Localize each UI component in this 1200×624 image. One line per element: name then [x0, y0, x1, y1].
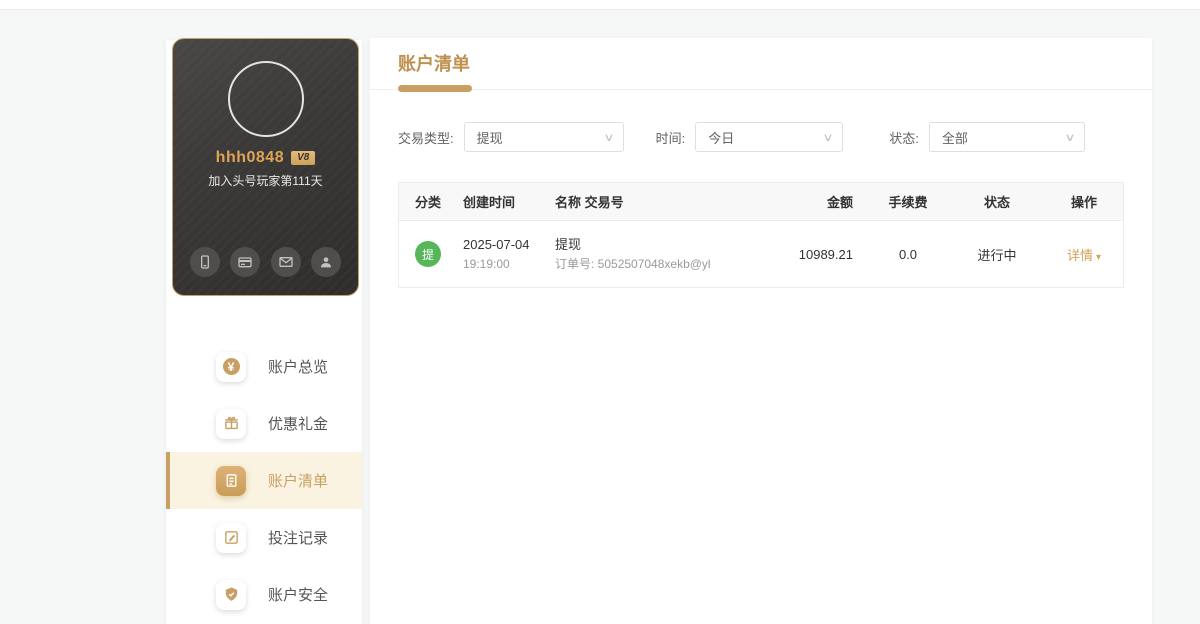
avatar[interactable]	[227, 61, 304, 137]
chevron-down-icon: ∨	[822, 131, 834, 144]
agent-icon[interactable]	[310, 247, 341, 277]
caret-down-icon: ▾	[1095, 251, 1102, 263]
main-header: 账户清单	[370, 38, 1152, 92]
filter-label: 状态:	[889, 130, 919, 146]
yen-glyph: ¥	[222, 358, 240, 375]
username: hhh0848	[215, 149, 285, 166]
filter-transaction-type: 交易类型: 提现 ∨	[398, 122, 624, 152]
table-row: 提 2025-07-04 19:19:00 提现 订单号: 5052507048…	[399, 221, 1123, 287]
sidebar-item-label: 优惠礼金	[268, 416, 329, 433]
sidebar-item-label: 投注记录	[268, 530, 329, 547]
transactions-table: 分类 创建时间 名称 交易号 金额 手续费 状态 操作 提 2025-07-04…	[398, 182, 1124, 288]
table-header-row: 分类 创建时间 名称 交易号 金额 手续费 状态 操作	[399, 183, 1123, 221]
top-bar	[0, 0, 1200, 10]
transaction-type-select[interactable]: 提现 ∨	[463, 122, 624, 152]
bank-card-icon[interactable]	[230, 247, 261, 277]
quick-actions	[173, 247, 358, 277]
col-header-fee: 手续费	[888, 195, 928, 210]
sidebar-item-account-security[interactable]: 账户安全	[166, 566, 362, 623]
profile-card: hhh0848 V8 加入头号玩家第111天	[172, 38, 359, 296]
sidebar-item-bet-records[interactable]: 投注记录	[166, 509, 362, 566]
transaction-name: 提现	[555, 237, 582, 252]
shield-icon	[216, 579, 246, 610]
sidebar-menu: ¥ 账户总览 优惠礼金 账户清单 投注记录 账户安全	[166, 338, 362, 623]
col-header-category: 分类	[414, 195, 441, 210]
title-underline	[398, 85, 472, 92]
gift-icon	[216, 408, 246, 439]
col-header-status: 状态	[983, 195, 1010, 210]
amount-value: 10989.21	[798, 246, 853, 262]
phone-icon[interactable]	[190, 247, 221, 277]
col-header-amount: 金额	[826, 195, 853, 210]
created-date: 2025-07-04	[463, 237, 530, 252]
order-number: 订单号: 5052507048xekb@yl	[555, 257, 711, 271]
filter-status: 状态: 全部 ∨	[889, 122, 1085, 152]
join-days-text: 加入头号玩家第111天	[208, 174, 323, 188]
filter-bar: 交易类型: 提现 ∨ 时间: 今日 ∨ 状态: 全部 ∨	[398, 122, 1124, 152]
statement-icon	[216, 465, 246, 496]
created-time: 19:19:00	[463, 257, 510, 271]
filter-label: 交易类型:	[398, 130, 454, 146]
sidebar-item-account-overview[interactable]: ¥ 账户总览	[166, 338, 362, 395]
details-label: 详情	[1066, 247, 1093, 263]
bet-record-icon	[216, 522, 246, 553]
mail-icon[interactable]	[270, 247, 301, 277]
coin-icon: ¥	[216, 351, 246, 382]
fee-value: 0.0	[898, 246, 918, 262]
select-value: 今日	[708, 130, 735, 146]
chevron-down-icon: ∨	[602, 131, 615, 144]
withdraw-category-badge: 提	[415, 241, 441, 267]
status-value: 进行中	[977, 247, 1017, 263]
select-value: 提现	[476, 130, 503, 146]
filter-label: 时间:	[655, 130, 686, 146]
sidebar-item-promotions[interactable]: 优惠礼金	[166, 395, 362, 452]
status-select[interactable]: 全部 ∨	[928, 122, 1085, 152]
select-value: 全部	[941, 130, 968, 146]
vip-level-badge: V8	[291, 151, 316, 165]
page-title: 账户清单	[398, 54, 470, 74]
chevron-down-icon: ∨	[1064, 131, 1076, 144]
col-header-action: 操作	[1070, 195, 1097, 210]
filter-time: 时间: 今日 ∨	[656, 122, 844, 152]
time-select[interactable]: 今日 ∨	[695, 122, 844, 152]
col-header-name-txid: 名称 交易号	[555, 195, 624, 210]
details-link[interactable]: 详情 ▾	[1067, 248, 1101, 263]
sidebar-item-label: 账户清单	[268, 473, 329, 490]
sidebar-item-account-statement[interactable]: 账户清单	[166, 452, 362, 509]
col-header-created-time: 创建时间	[463, 195, 516, 210]
main-panel: 账户清单 交易类型: 提现 ∨ 时间: 今日 ∨ 状态: 全部 ∨ 分类 创建时…	[370, 38, 1152, 624]
sidebar-item-label: 账户总览	[268, 359, 329, 376]
sidebar-item-label: 账户安全	[268, 587, 329, 604]
